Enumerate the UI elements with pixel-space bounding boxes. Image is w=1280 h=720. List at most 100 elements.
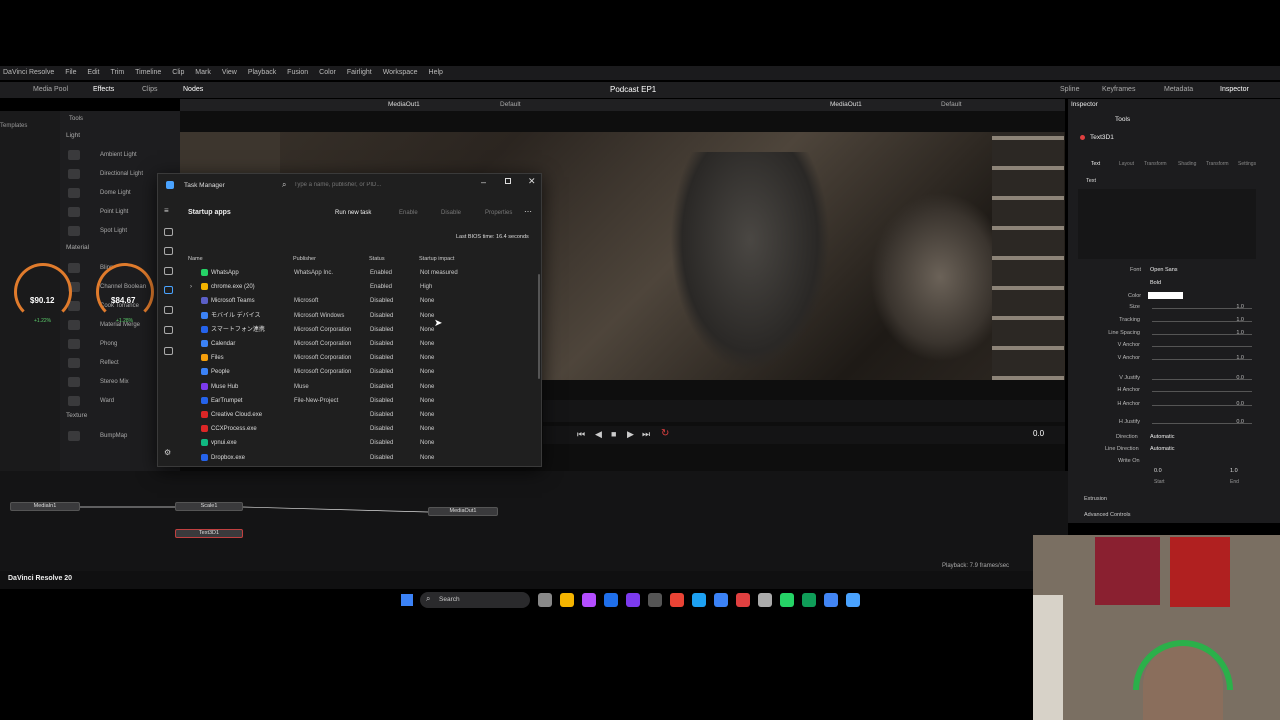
tab-transform2[interactable]: Transform xyxy=(1206,161,1229,167)
param-value[interactable]: 1.0 xyxy=(1236,330,1244,336)
spotify-icon[interactable] xyxy=(802,593,816,607)
users-icon[interactable] xyxy=(164,306,173,314)
startup-app-row[interactable]: Calendar Microsoft Corporation Disabled Non… xyxy=(188,337,528,351)
write-on-start[interactable]: 0.0 xyxy=(1154,468,1162,474)
startup-apps-icon[interactable] xyxy=(164,286,173,294)
style-select[interactable]: Bold xyxy=(1150,280,1161,286)
clips-button[interactable]: Clips xyxy=(142,86,158,93)
taskbar-search[interactable]: ⌕ Search xyxy=(420,592,530,608)
close-icon[interactable]: ✕ xyxy=(528,176,536,187)
scrubber-bar[interactable] xyxy=(543,400,1065,422)
viewer1-view-select[interactable]: Default xyxy=(500,99,521,111)
col-impact[interactable]: Startup impact xyxy=(419,256,454,262)
menu-view[interactable]: View xyxy=(222,66,237,80)
go-end-icon[interactable]: ⏭ xyxy=(642,429,650,440)
maximize-icon[interactable] xyxy=(505,178,511,184)
advanced-section[interactable]: Advanced Controls xyxy=(1084,512,1130,518)
obs-icon[interactable] xyxy=(758,593,772,607)
play-reverse-icon[interactable]: ◀ xyxy=(595,429,602,440)
param-slider[interactable] xyxy=(1152,391,1252,392)
text-input-area[interactable] xyxy=(1078,189,1256,259)
keyframes-button[interactable]: Keyframes xyxy=(1102,86,1135,93)
inspector-param-row[interactable]: H Anchor 0.0 xyxy=(1068,401,1280,411)
viewer2-view-select[interactable]: Default xyxy=(941,99,962,111)
photos-icon[interactable] xyxy=(846,593,860,607)
param-value[interactable]: 1.0 xyxy=(1236,317,1244,323)
param-slider[interactable] xyxy=(1152,346,1252,347)
more-options-icon[interactable]: ⋯ xyxy=(524,207,532,216)
menu-clip[interactable]: Clip xyxy=(172,66,184,80)
details-icon[interactable] xyxy=(164,326,173,334)
settings-gear-icon[interactable]: ⚙ xyxy=(164,448,171,457)
startup-app-row[interactable]: CCXProcess.exe Disabled None xyxy=(188,422,528,436)
write-on-end[interactable]: 1.0 xyxy=(1230,468,1238,474)
startup-app-row[interactable]: EarTrumpet File-New-Project Disabled None xyxy=(188,394,528,408)
inspector-param-row[interactable]: V Justify 0.0 xyxy=(1068,375,1280,385)
inspector-param-row[interactable]: V Anchor xyxy=(1068,342,1280,352)
startup-app-row[interactable]: スマートフォン連携 Microsoft Corporation Disabled No… xyxy=(188,323,528,337)
play-icon[interactable]: ▶ xyxy=(627,429,634,440)
run-new-task-button[interactable]: Run new task xyxy=(335,210,371,216)
startup-app-row[interactable]: Microsoft Teams Microsoft Disabled None xyxy=(188,294,528,308)
tab-transform[interactable]: Transform xyxy=(1144,161,1167,167)
menu-timeline[interactable]: Timeline xyxy=(135,66,161,80)
menu-fairlight[interactable]: Fairlight xyxy=(347,66,372,80)
param-value[interactable]: 1.0 xyxy=(1236,355,1244,361)
metadata-button[interactable]: Metadata xyxy=(1164,86,1193,93)
startup-app-row[interactable]: chrome.exe (20) Enabled High › xyxy=(188,280,528,294)
enable-button[interactable]: Enable xyxy=(399,210,418,216)
inspector-param-row[interactable]: V Anchor 1.0 xyxy=(1068,355,1280,365)
xd-icon[interactable] xyxy=(582,593,596,607)
menu-workspace[interactable]: Workspace xyxy=(383,66,418,80)
menu-file[interactable]: File xyxy=(65,66,76,80)
tm-search-input[interactable] xyxy=(294,179,414,191)
direction-select[interactable]: Automatic xyxy=(1150,434,1174,440)
disable-button[interactable]: Disable xyxy=(441,210,461,216)
minimize-icon[interactable]: – xyxy=(481,177,486,187)
param-value[interactable]: 0.0 xyxy=(1236,375,1244,381)
lr-icon[interactable] xyxy=(604,593,618,607)
tool-item[interactable]: Ambient Light xyxy=(65,148,175,162)
tab-layout[interactable]: Layout xyxy=(1119,161,1134,167)
col-name[interactable]: Name xyxy=(188,256,203,262)
folder-icon[interactable] xyxy=(560,593,574,607)
pr-icon[interactable] xyxy=(626,593,640,607)
menu-playback[interactable]: Playback xyxy=(248,66,276,80)
hamburger-icon[interactable]: ≡ xyxy=(164,206,169,215)
extrusion-section[interactable]: Extrusion xyxy=(1084,496,1107,502)
inspector-param-row[interactable]: Line Spacing 1.0 xyxy=(1068,330,1280,340)
startup-app-row[interactable]: Muse Hub Muse Disabled None xyxy=(188,380,528,394)
col-status[interactable]: Status xyxy=(369,256,385,262)
stop-icon[interactable]: ■ xyxy=(611,429,616,439)
loop-icon[interactable]: ↻ xyxy=(661,428,669,439)
startup-app-row[interactable]: People Microsoft Corporation Disabled None xyxy=(188,365,528,379)
menu-color[interactable]: Color xyxy=(319,66,336,80)
record-icon[interactable] xyxy=(736,593,750,607)
edge-icon[interactable] xyxy=(824,593,838,607)
color-swatch[interactable] xyxy=(1148,292,1183,299)
startup-app-row[interactable]: vpnui.exe Disabled None xyxy=(188,436,528,450)
services-icon[interactable] xyxy=(164,347,173,355)
effects-button[interactable]: Effects xyxy=(93,86,114,93)
startup-app-row[interactable]: Creative Cloud.exe Disabled None xyxy=(188,408,528,422)
tm-scrollbar[interactable] xyxy=(538,274,540,379)
inspector-param-row[interactable]: H Anchor xyxy=(1068,387,1280,397)
app-history-icon[interactable] xyxy=(164,267,173,275)
chrome-dev-icon[interactable] xyxy=(714,593,728,607)
file-explorer-icon[interactable] xyxy=(538,593,552,607)
param-value[interactable]: 0.0 xyxy=(1236,419,1244,425)
menu-edit[interactable]: Edit xyxy=(87,66,99,80)
terminal-icon[interactable] xyxy=(648,593,662,607)
font-select[interactable]: Open Sans xyxy=(1150,267,1178,273)
steam-icon[interactable] xyxy=(692,593,706,607)
startup-app-row[interactable]: Files Microsoft Corporation Disabled None xyxy=(188,351,528,365)
performance-icon[interactable] xyxy=(164,247,173,255)
section-text[interactable]: Text xyxy=(1086,178,1096,184)
inspector-param-row[interactable]: Size 1.0 xyxy=(1068,304,1280,314)
inspector-button[interactable]: Inspector xyxy=(1220,86,1249,93)
param-value[interactable]: 0.0 xyxy=(1236,401,1244,407)
processes-icon[interactable] xyxy=(164,228,173,236)
inspector-tools-tab[interactable]: Tools xyxy=(1115,116,1130,123)
go-start-icon[interactable]: ⏮ xyxy=(577,429,585,440)
menu-fusion[interactable]: Fusion xyxy=(287,66,308,80)
